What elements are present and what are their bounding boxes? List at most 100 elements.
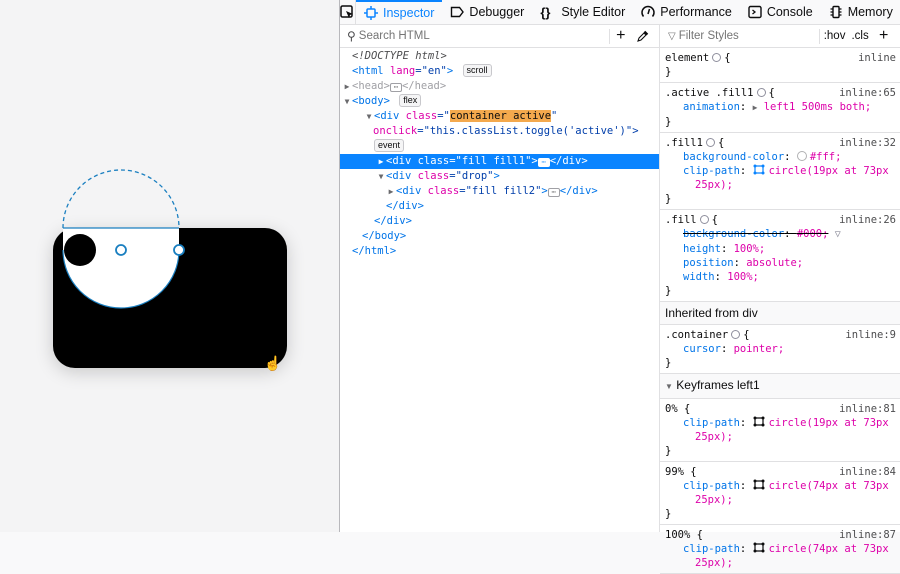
node-html[interactable]: <html lang="en"> scroll: [340, 64, 659, 79]
rule-source-link[interactable]: inline: [858, 51, 896, 65]
markup-pane: ⚲ + <!DOCTYPE html> <html lang="en"> scr…: [340, 25, 660, 532]
tab-debugger[interactable]: Debugger: [442, 0, 532, 25]
gear-icon[interactable]: [712, 53, 722, 62]
tab-label: Memory: [847, 5, 893, 19]
shape-editor-icon[interactable]: [753, 542, 766, 553]
ellipsis-icon[interactable]: ⋯: [547, 188, 560, 197]
markup-toolbar: ⚲ +: [340, 25, 659, 48]
container-card[interactable]: [53, 228, 287, 368]
tab-label: Inspector: [383, 6, 435, 20]
add-rule-button[interactable]: +: [873, 25, 895, 47]
gear-icon[interactable]: [699, 215, 709, 224]
ellipsis-icon[interactable]: ⋯: [537, 158, 550, 167]
rule-source-link[interactable]: inline:32: [839, 136, 896, 150]
declaration[interactable]: clip-path: circle(19px at 73px: [665, 416, 895, 430]
filter-icon: ▽: [668, 30, 676, 42]
declaration[interactable]: position: absolute;: [665, 256, 895, 270]
node-doctype[interactable]: <!DOCTYPE html>: [340, 49, 659, 64]
node-container-div[interactable]: ▼ <div class="container active": [340, 109, 659, 124]
shape-editor-icon[interactable]: [753, 416, 766, 427]
toolbar-separator: [818, 28, 820, 44]
rule-fill: .fill{ inline:26 background-color: #000;…: [660, 210, 900, 302]
search-html-input[interactable]: [358, 30, 609, 42]
shape-editor-icon[interactable]: [753, 164, 766, 175]
filter-styles-input[interactable]: [678, 30, 819, 42]
expand-twisty-icon[interactable]: ▶: [376, 154, 386, 169]
node-container-onclick: onclick="this.classList.toggle('active')…: [373, 125, 639, 137]
rule-fill1: .fill1{ inline:32 background-color: #fff…: [660, 133, 900, 210]
node-drop-div[interactable]: ▼ <div class="drop">: [340, 169, 659, 184]
rule-source-link[interactable]: inline:26: [839, 213, 896, 227]
keyframes-header[interactable]: ▼ Keyframes left1: [660, 374, 900, 399]
declaration[interactable]: animation: ▶ left1 500ms both;: [665, 100, 895, 115]
collapse-twisty-icon[interactable]: ▼: [376, 169, 386, 184]
filter-overridden-icon[interactable]: ▽: [835, 229, 841, 240]
tab-performance[interactable]: Performance: [633, 0, 740, 25]
node-head[interactable]: ▶ <head> ⋯ </head>: [340, 79, 659, 94]
declaration[interactable]: background-color: #fff;: [665, 150, 895, 164]
expand-twisty-icon[interactable]: ▶: [342, 79, 352, 94]
node-container-event: event: [340, 139, 659, 154]
rule-source-link[interactable]: inline:81: [839, 402, 896, 416]
clip-path-dashed-arc: [62, 169, 180, 229]
rule-source-link[interactable]: inline:84: [839, 465, 896, 479]
picker-icon: [340, 4, 353, 18]
flex-badge[interactable]: flex: [399, 94, 422, 107]
rule-container: .container{ inline:9 cursor: pointer; }: [660, 325, 900, 374]
node-body[interactable]: ▼ <body> flex: [340, 94, 659, 109]
rule-source-link[interactable]: inline:65: [839, 86, 896, 100]
toolbox-tabbar: Inspector Debugger {} Style Editor Perfo…: [340, 0, 900, 25]
collapse-twisty-icon[interactable]: ▼: [364, 109, 374, 124]
tab-label: Performance: [660, 5, 732, 19]
tab-label: Style Editor: [561, 5, 626, 19]
rule-source-link[interactable]: inline:87: [839, 528, 896, 542]
tab-console[interactable]: Console: [740, 0, 821, 25]
gauge-icon: [641, 5, 655, 17]
console-icon: [748, 5, 762, 19]
collapse-twisty-icon: ▼: [665, 382, 673, 391]
node-fill2-div[interactable]: ▶ <div class="fill fill2"> ⋯ </div>: [340, 184, 659, 199]
rule-source-link[interactable]: inline:9: [845, 328, 896, 342]
inherited-header: Inherited from div: [660, 302, 900, 325]
node-fill1-selected[interactable]: ▶ <div class="fill fill1"> ⋯ </div>: [340, 154, 659, 169]
eyedropper-icon: [636, 30, 649, 42]
inspector-icon: [364, 6, 378, 20]
declaration[interactable]: clip-path: circle(74px at 73px: [665, 542, 895, 556]
node-body-close: </body>: [362, 230, 407, 242]
declaration[interactable]: height: 100%;: [665, 242, 895, 256]
rule-active-fill1: .active .fill1{ inline:65 animation: ▶ l…: [660, 83, 900, 133]
event-badge[interactable]: event: [374, 139, 405, 152]
shape-editor-icon[interactable]: [753, 479, 766, 490]
devtools-panel: Inspector Debugger {} Style Editor Perfo…: [340, 0, 900, 574]
search-icon: ⚲: [347, 29, 356, 43]
declaration[interactable]: cursor: pointer;: [665, 342, 895, 356]
color-swatch[interactable]: [796, 151, 807, 161]
collapse-twisty-icon[interactable]: ▼: [342, 94, 352, 109]
keyframe-99: 99% { inline:84 clip-path: circle(74px a…: [660, 462, 900, 525]
expand-twisty-icon[interactable]: ▶: [386, 184, 396, 199]
add-node-button[interactable]: +: [610, 25, 632, 47]
declaration-overridden[interactable]: background-color: #000; ▽: [665, 227, 895, 242]
expand-animation-icon[interactable]: ▶: [753, 103, 758, 112]
gear-icon[interactable]: [705, 138, 715, 147]
element-picker-button[interactable]: [340, 0, 356, 25]
ellipsis-icon[interactable]: ⋯: [389, 83, 402, 92]
eyedropper-button[interactable]: [632, 25, 654, 47]
node-html-close: </html>: [352, 245, 397, 257]
declaration[interactable]: width: 100%;: [665, 270, 895, 284]
hov-toggle-button[interactable]: :hov: [824, 30, 846, 42]
tab-memory[interactable]: Memory: [821, 0, 900, 25]
hand-cursor-icon: ☝: [264, 355, 282, 371]
debugger-icon: [451, 6, 465, 18]
tab-inspector[interactable]: Inspector: [356, 0, 443, 25]
tab-label: Debugger: [469, 5, 525, 19]
scroll-badge[interactable]: scroll: [462, 64, 492, 77]
cls-toggle-button[interactable]: .cls: [851, 30, 868, 42]
gear-icon[interactable]: [756, 88, 766, 97]
gear-icon[interactable]: [731, 330, 741, 339]
declaration[interactable]: clip-path: circle(19px at 73px: [665, 164, 895, 178]
rules-pane: ▽ :hov .cls + element{ inline } .active …: [660, 25, 900, 574]
rules-list: element{ inline } .active .fill1{ inline…: [660, 48, 900, 574]
tab-style-editor[interactable]: {} Style Editor: [532, 0, 633, 25]
declaration[interactable]: clip-path: circle(74px at 73px: [665, 479, 895, 493]
